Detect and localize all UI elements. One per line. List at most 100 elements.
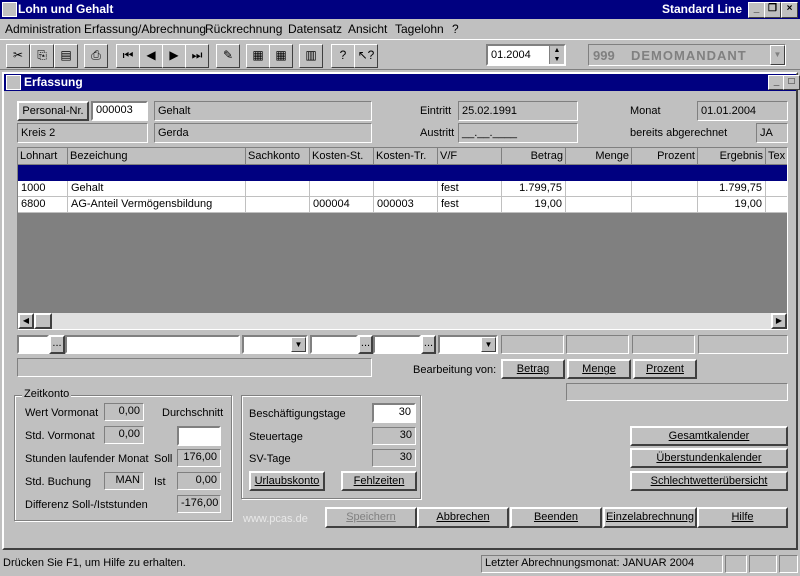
col-ergebnis[interactable]: Ergebnis (698, 148, 766, 165)
horizontal-scrollbar[interactable]: ◀ ▶ (18, 313, 787, 329)
last-record-icon[interactable]: ⏭ (185, 44, 209, 68)
durchschnitt-input[interactable] (177, 426, 221, 446)
scroll-left-icon[interactable]: ◀ (18, 313, 34, 329)
chevron-down-icon[interactable]: ▼ (481, 337, 496, 352)
gesamtkalender-button[interactable]: Gesamtkalender (630, 426, 788, 446)
first-record-icon[interactable]: ⏮ (116, 44, 140, 68)
calculator-icon[interactable]: ▥ (299, 44, 323, 68)
copy-icon[interactable]: ⎘ (30, 44, 54, 68)
paste-icon[interactable]: ▤ (54, 44, 78, 68)
next-record-icon[interactable]: ▶ (162, 44, 186, 68)
hilfe-button[interactable]: Hilfe (697, 507, 788, 528)
col-kostenstelle[interactable]: Kosten-St. (310, 148, 374, 165)
client-select[interactable]: 999 DEMOMANDANT ▼ (588, 44, 786, 66)
col-lohnart[interactable]: Lohnart (18, 148, 68, 165)
lookup-kostentraeger-button[interactable]: ... (421, 335, 436, 354)
booking-grid[interactable]: Lohnart Bezeichung Sachkonto Kosten-St. … (17, 147, 788, 330)
lookup-lohnart-button[interactable]: ... (49, 335, 65, 354)
beenden-button[interactable]: Beenden (510, 507, 602, 528)
cell-sachkonto[interactable] (246, 181, 310, 197)
cell-prozent[interactable] (632, 181, 698, 197)
cut-icon[interactable]: ✂ (6, 44, 30, 68)
col-sachkonto[interactable]: Sachkonto (246, 148, 310, 165)
personal-nr-input[interactable]: 000003 (91, 101, 148, 121)
calendar-icon[interactable]: ▦ (246, 44, 270, 68)
edit-betrag-field (501, 335, 564, 354)
cell-kostentraeger[interactable] (374, 181, 438, 197)
description-field (17, 358, 372, 377)
menu-rueckrechnung[interactable]: Rückrechnung (205, 22, 282, 36)
edit-kostenstelle-input[interactable] (310, 335, 358, 354)
col-prozent[interactable]: Prozent (632, 148, 698, 165)
speichern-button[interactable]: Speichern (325, 507, 417, 528)
menu-help[interactable]: ? (452, 22, 459, 36)
edit-icon[interactable]: ✎ (216, 44, 240, 68)
maximize-icon[interactable]: □ (783, 75, 800, 90)
edit-lohnart-input[interactable] (17, 335, 49, 354)
cell-text[interactable] (766, 197, 787, 213)
urlaubskonto-button[interactable]: Urlaubskonto (249, 471, 325, 491)
cell-ergebnis[interactable]: 19,00 (698, 197, 766, 213)
col-menge[interactable]: Menge (566, 148, 632, 165)
cell-kostentraeger[interactable]: 000003 (374, 197, 438, 213)
cell-lohnart[interactable]: 1000 (18, 181, 68, 197)
fehlzeiten-button[interactable]: Fehlzeiten (341, 471, 417, 491)
cell-bezeichnung[interactable]: AG-Anteil Vermögensbildung (68, 197, 246, 213)
prev-record-icon[interactable]: ◀ (139, 44, 163, 68)
cell-lohnart[interactable]: 6800 (18, 197, 68, 213)
lookup-kostenstelle-button[interactable]: ... (358, 335, 373, 354)
menu-erfassung[interactable]: Erfassung/Abrechnung (84, 22, 206, 36)
beschaeftigung-input[interactable]: 30 (372, 403, 416, 423)
restore-icon[interactable]: ❐ (764, 2, 781, 18)
client-name: DEMOMANDANT (631, 48, 747, 63)
edit-sachkonto-select[interactable]: ▼ (242, 335, 308, 354)
edit-bezeichnung-input[interactable] (65, 335, 240, 354)
cell-kostenstelle[interactable] (310, 181, 374, 197)
cell-vf[interactable]: fest (438, 197, 502, 213)
cell-text[interactable] (766, 181, 787, 197)
edit-menge-field (566, 335, 629, 354)
close-icon[interactable]: × (781, 2, 798, 18)
chevron-down-icon[interactable]: ▼ (291, 337, 306, 352)
selected-row[interactable] (18, 165, 787, 181)
menu-tagelohn[interactable]: Tagelohn (395, 22, 444, 36)
edit-kostentraeger-input[interactable] (373, 335, 421, 354)
context-help-icon[interactable]: ↖? (354, 44, 378, 68)
edit-vf-select[interactable]: ▼ (438, 335, 498, 354)
cell-betrag[interactable]: 19,00 (502, 197, 566, 213)
cell-prozent[interactable] (632, 197, 698, 213)
personal-nr-button[interactable]: Personal-Nr. (17, 101, 89, 121)
cell-menge[interactable] (566, 181, 632, 197)
cell-bezeichnung[interactable]: Gehalt (68, 181, 246, 197)
menu-datensatz[interactable]: Datensatz (288, 22, 342, 36)
abbrechen-button[interactable]: Abbrechen (417, 507, 509, 528)
chevron-down-icon[interactable]: ▼ (770, 45, 785, 65)
help-icon[interactable]: ? (331, 44, 355, 68)
col-bezeichnung[interactable]: Bezeichung (68, 148, 246, 165)
menge-button[interactable]: Menge (567, 359, 631, 379)
schlechtwetter-button[interactable]: Schlechtwetterübersicht (630, 471, 788, 491)
col-betrag[interactable]: Betrag (502, 148, 566, 165)
cell-menge[interactable] (566, 197, 632, 213)
menu-ansicht[interactable]: Ansicht (348, 22, 387, 36)
period-stepper[interactable]: 01.2004 ▲ ▼ (486, 44, 566, 66)
print-icon[interactable]: ⎙ (84, 44, 108, 68)
menu-administration[interactable]: Administration (5, 22, 81, 36)
col-text[interactable]: Tex (766, 148, 787, 165)
cell-sachkonto[interactable] (246, 197, 310, 213)
col-kostentraeger[interactable]: Kosten-Tr. (374, 148, 438, 165)
scroll-thumb[interactable] (34, 313, 52, 329)
prozent-button[interactable]: Prozent (633, 359, 697, 379)
ueberstundenkalender-button[interactable]: Überstundenkalender (630, 448, 788, 468)
scroll-right-icon[interactable]: ▶ (771, 313, 787, 329)
minimize-icon[interactable]: _ (748, 2, 765, 18)
col-vf[interactable]: V/F (438, 148, 502, 165)
cell-ergebnis[interactable]: 1.799,75 (698, 181, 766, 197)
calendar-alt-icon[interactable]: ▦ (269, 44, 293, 68)
cell-kostenstelle[interactable]: 000004 (310, 197, 374, 213)
cell-betrag[interactable]: 1.799,75 (502, 181, 566, 197)
cell-vf[interactable]: fest (438, 181, 502, 197)
betrag-button[interactable]: Betrag (501, 359, 565, 379)
einzelabrechnung-button[interactable]: Einzelabrechnung (603, 507, 697, 528)
spin-icon[interactable]: ▲ ▼ (549, 46, 564, 64)
